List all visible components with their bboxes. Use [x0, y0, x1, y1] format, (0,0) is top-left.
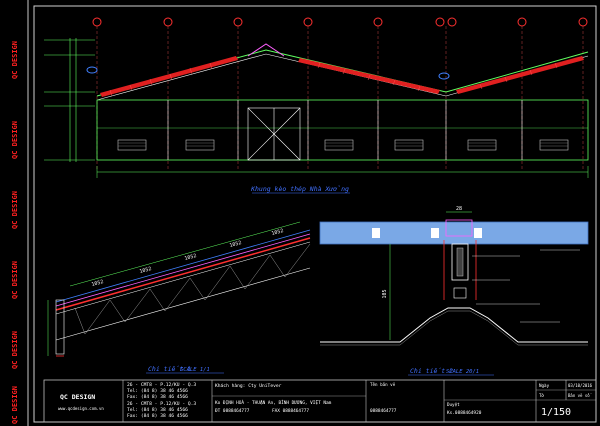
tb-designer-value: Ks.0888464920: [447, 410, 482, 416]
tb-logo: QC DESIGN: [60, 393, 95, 401]
tb-address: Ko ĐỊNH HOÀ - THUẬN An, BÌNH DƯƠNG, VIỆT…: [215, 398, 332, 406]
tb-project: Khách hàng: Cty UniTever: [215, 382, 282, 389]
main-elevation: Khung kèo thép Nhà Xưởng: [44, 17, 589, 194]
roof-structure: [86, 43, 589, 101]
tb-office-4: 26 - CMT8 - P.12/KU - Q.3: [127, 401, 196, 407]
tb-sheet-value: Bản vẽ số: [568, 393, 592, 398]
detail1-scale: SCALE 1/1: [180, 367, 210, 373]
brand-vertical-4: QC DESIGN: [11, 261, 19, 299]
tb-office-6: Fax: (84 8) 38 46 4566: [127, 413, 188, 419]
tb-sheet-label: Tờ: [539, 393, 545, 398]
tb-phone: ĐT 0888464777: [215, 408, 250, 414]
tb-drawing-name-label: Tên bản vẽ: [370, 382, 396, 387]
tb-office-1: 26 - CMT8 - P.12/KU - Q.3: [127, 382, 196, 388]
brand-vertical-2: QC DESIGN: [11, 121, 19, 159]
detail-1: 1052 1052 1052 1052 1052 Chi tiết 1 SCAL…: [47, 221, 311, 374]
detail2-scale: SCALE 20/1: [446, 369, 479, 375]
title-block: QC DESIGN www.qcdesign.com.vn 26 - CMT8 …: [43, 379, 597, 423]
elevation-caption: Khung kèo thép Nhà Xưởng: [250, 185, 349, 193]
corrugated-sheet: [320, 307, 588, 343]
cad-drawing-canvas: QC DESIGN QC DESIGN QC DESIGN QC DESIGN …: [11, 0, 597, 426]
left-brand-strip: QC DESIGN QC DESIGN QC DESIGN QC DESIGN …: [11, 0, 29, 426]
d1-dim-3: 1052: [184, 253, 197, 262]
tb-office-3: Fax: (84 8) 38 46 4566: [127, 394, 188, 400]
tb-office-2: Tel: (84 8) 38 46 4566: [127, 388, 188, 394]
brand-vertical-5: QC DESIGN: [11, 331, 19, 369]
d2-height-dim: 105: [382, 289, 388, 298]
drawing-frame: [33, 5, 597, 423]
tb-scale: 1/150: [541, 407, 571, 418]
d1-dim-2: 1052: [139, 266, 152, 275]
level-markers: [44, 38, 95, 162]
grid-lines: [96, 26, 584, 170]
wall-elevation: [96, 99, 589, 178]
tb-website: www.qcdesign.com.vn: [58, 406, 104, 411]
brand-vertical-1: QC DESIGN: [11, 41, 19, 79]
d1-dim-1: 1052: [91, 279, 104, 288]
tb-fax: FAX 0888464777: [272, 408, 309, 414]
tb-date-label: Ngày: [539, 383, 550, 388]
tb-designer-label: Duyệt: [447, 402, 460, 407]
grid-bubbles: [92, 17, 588, 27]
brand-vertical-6: QC DESIGN: [11, 386, 19, 424]
detail-2: 28 105 Chi tiết 2 SCALE 20/1: [319, 206, 589, 376]
tb-office-5: Tel: (84 8) 38 46 4566: [127, 407, 188, 413]
tb-contact: 0888464777: [370, 408, 397, 414]
tb-date-value: 03/10/2016: [568, 383, 593, 388]
brand-vertical-3: QC DESIGN: [11, 191, 19, 229]
d2-width-dim: 28: [456, 206, 462, 212]
